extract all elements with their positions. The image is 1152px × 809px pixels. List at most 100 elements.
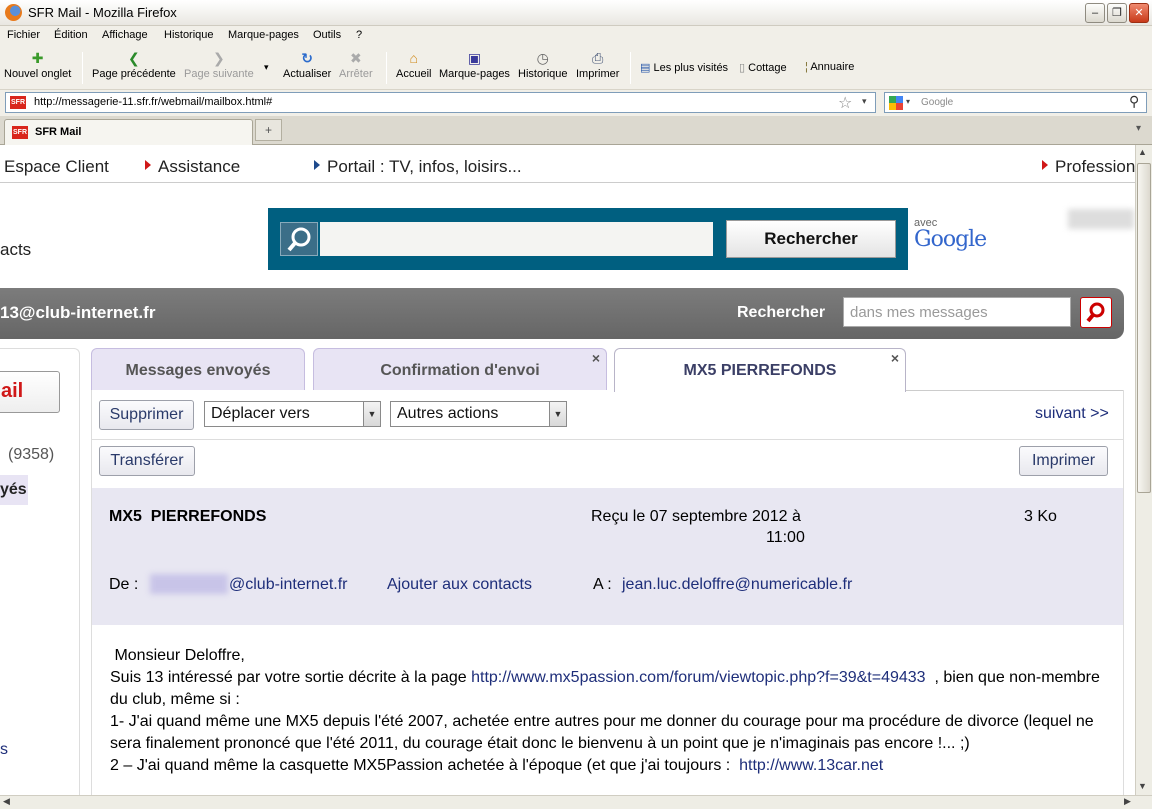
nav-espace-client[interactable]: Espace Client xyxy=(4,157,109,177)
url-field[interactable]: SFR http://messagerie-11.sfr.fr/webmail/… xyxy=(5,92,876,113)
browser-tab-bar: SFR SFR Mail + ▾ xyxy=(0,116,1152,145)
new-tab-plus-icon[interactable]: + xyxy=(255,119,282,141)
reload-button[interactable]: ↻ Actualiser xyxy=(283,50,331,80)
from-address[interactable]: @club-internet.fr xyxy=(229,576,348,594)
bookmark-most-visited[interactable]: ▤ Les plus visités xyxy=(640,61,728,74)
restore-button[interactable]: ❐ xyxy=(1107,3,1127,23)
forward-label: Page suivante xyxy=(184,68,254,80)
engine-dropdown-icon[interactable]: ▾ xyxy=(906,97,910,106)
menu-edition[interactable]: Édition xyxy=(54,29,88,41)
google-search-input[interactable] xyxy=(320,222,713,256)
message-subject: MX5 PIERREFONDS xyxy=(109,508,267,525)
home-label: Accueil xyxy=(396,68,432,80)
new-tab-button[interactable]: ✚ Nouvel onglet xyxy=(4,50,71,80)
nav-portail-label: Portail : TV, infos, loisirs... xyxy=(327,157,522,176)
bookmark-cottage[interactable]: ▯ Cottage xyxy=(739,61,787,74)
red-magnifier-icon xyxy=(1086,302,1105,323)
menu-outils[interactable]: Outils xyxy=(313,29,341,41)
scroll-down-icon[interactable]: ▼ xyxy=(1138,781,1147,791)
inbox-count: (9358) xyxy=(8,446,55,463)
web-page: Espace Client Assistance Portail : TV, i… xyxy=(0,145,1135,795)
forward-message-button[interactable]: Transférer xyxy=(99,446,195,476)
received-date: Reçu le 07 septembre 2012 à xyxy=(591,508,801,525)
menu-fichier[interactable]: Fichier xyxy=(7,29,40,41)
reload-icon: ↻ xyxy=(301,50,313,66)
tab-list-dropdown-icon[interactable]: ▾ xyxy=(1136,123,1141,134)
close-window-button[interactable]: ✕ xyxy=(1129,3,1149,23)
minimize-button[interactable]: – xyxy=(1085,3,1105,23)
tab-confirmation-envoi[interactable]: Confirmation d'envoi × xyxy=(313,348,607,390)
horizontal-scrollbar[interactable]: ◀ ▶ xyxy=(0,795,1152,809)
url-text[interactable]: http://messagerie-11.sfr.fr/webmail/mail… xyxy=(34,96,272,108)
to-address[interactable]: jean.luc.deloffre@numericable.fr xyxy=(622,576,852,594)
menu-marque-pages[interactable]: Marque-pages xyxy=(228,29,299,41)
close-tab-icon[interactable]: × xyxy=(592,349,600,367)
history-label: Historique xyxy=(518,68,568,80)
forum-link[interactable]: http://www.mx5passion.com/forum/viewtopi… xyxy=(471,669,925,686)
bookmarks-button[interactable]: ▣ Marque-pages xyxy=(439,50,510,80)
sidebar-link-partial[interactable]: s xyxy=(0,741,8,759)
rechercher-button[interactable]: Rechercher xyxy=(726,220,896,258)
search-magnifier-icon[interactable]: ⚲ xyxy=(1129,93,1139,110)
search-engine-box[interactable]: ▾ Google ⚲ xyxy=(884,92,1147,113)
page-icon: ▯ xyxy=(739,62,746,74)
paragraph-3-start: 2 – J'ai quand même la casquette MX5Pass… xyxy=(110,757,740,774)
13car-link[interactable]: http://www.13car.net xyxy=(739,757,883,774)
nav-assistance-label: Assistance xyxy=(158,157,241,176)
delete-button[interactable]: Supprimer xyxy=(99,400,194,430)
url-dropdown-icon[interactable]: ▾ xyxy=(862,96,867,107)
bookmark-annuaire[interactable]: ¦ Annuaire xyxy=(805,61,854,73)
message-body: Monsieur Deloffre, Suis 13 intéressé par… xyxy=(110,645,1100,777)
menu-help[interactable]: ? xyxy=(356,29,362,41)
next-message-link[interactable]: suivant >> xyxy=(1035,405,1109,423)
back-button[interactable]: ❮ Page précédente xyxy=(92,50,176,80)
history-dropdown-icon[interactable]: ▾ xyxy=(264,62,269,73)
scroll-thumb[interactable] xyxy=(1137,163,1151,493)
star-bookmark-icon[interactable]: ☆ xyxy=(838,93,852,113)
address-row: SFR http://messagerie-11.sfr.fr/webmail/… xyxy=(0,90,1152,116)
browser-tab-sfr-mail[interactable]: SFR SFR Mail xyxy=(4,119,253,145)
bookmark-label: Annuaire xyxy=(810,61,855,73)
most-visited-icon: ▤ xyxy=(640,62,651,74)
chevron-down-icon: ▼ xyxy=(363,402,380,426)
sfr-favicon-icon: SFR xyxy=(12,126,28,139)
other-actions-select[interactable]: Autres actions ▼ xyxy=(390,401,567,427)
google-logo: Google xyxy=(914,227,987,252)
google-engine-icon[interactable] xyxy=(889,96,903,110)
clock-icon: ◷ xyxy=(536,50,549,66)
stop-button[interactable]: ✖ Arrêter xyxy=(339,50,373,80)
print-button[interactable]: ⎙ Imprimer xyxy=(576,50,619,80)
back-label: Page précédente xyxy=(92,68,176,80)
forward-button[interactable]: ❯ Page suivante xyxy=(184,50,254,80)
menu-affichage[interactable]: Affichage xyxy=(102,29,148,41)
move-to-select[interactable]: Déplacer vers ▼ xyxy=(204,401,381,427)
nav-assistance[interactable]: Assistance xyxy=(145,157,240,177)
contacts-link-partial[interactable]: acts xyxy=(0,240,31,260)
sfr-favicon-icon: SFR xyxy=(10,96,26,109)
search-messages-input[interactable]: dans mes messages xyxy=(843,297,1071,327)
history-button[interactable]: ◷ Historique xyxy=(518,50,568,80)
scroll-left-icon[interactable]: ◀ xyxy=(3,796,10,807)
reload-label: Actualiser xyxy=(283,68,332,80)
tab-mx5-pierrefonds[interactable]: MX5 PIERREFONDS × xyxy=(614,348,906,392)
search-messages-button[interactable] xyxy=(1080,297,1112,328)
vertical-scrollbar[interactable]: ▲ ▼ xyxy=(1135,145,1152,795)
paragraph-3: 2 – J'ai quand même la casquette MX5Pass… xyxy=(110,755,1100,777)
sent-folder-selected[interactable]: yés xyxy=(0,475,28,505)
scroll-up-icon[interactable]: ▲ xyxy=(1138,147,1147,157)
menu-historique[interactable]: Historique xyxy=(164,29,214,41)
add-contact-link[interactable]: Ajouter aux contacts xyxy=(387,576,532,594)
chevron-down-icon: ▼ xyxy=(549,402,566,426)
home-button[interactable]: ⌂ Accueil xyxy=(396,50,431,80)
back-arrow-icon: ❮ xyxy=(128,50,140,66)
scroll-right-icon[interactable]: ▶ xyxy=(1124,796,1131,807)
firefox-logo-icon xyxy=(5,4,22,21)
nav-professionnels[interactable]: Profession xyxy=(1042,157,1135,177)
tab-messages-envoyes[interactable]: Messages envoyés xyxy=(91,348,305,390)
write-mail-button[interactable]: ail xyxy=(0,371,60,413)
print-message-button[interactable]: Imprimer xyxy=(1019,446,1108,476)
message-header: MX5 PIERREFONDS Reçu le 07 septembre 201… xyxy=(92,488,1123,625)
printer-icon: ⎙ xyxy=(592,50,604,66)
close-tab-icon[interactable]: × xyxy=(891,349,899,367)
nav-portail[interactable]: Portail : TV, infos, loisirs... xyxy=(314,157,522,177)
